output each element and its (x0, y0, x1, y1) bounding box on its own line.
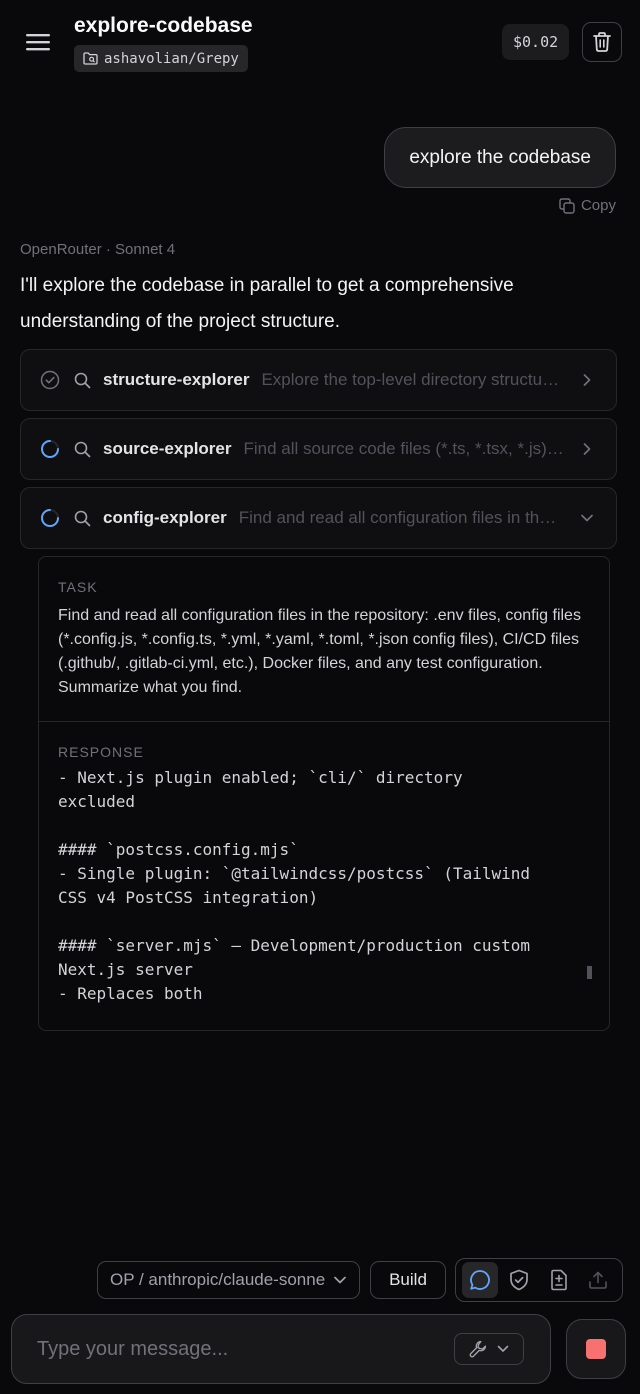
tools-menu-button[interactable] (454, 1333, 524, 1365)
app-root: explore-codebase ashavolian/Grepy $0.02 … (0, 0, 640, 1394)
response-section[interactable]: RESPONSE - Next.js plugin enabled; `cli/… (39, 722, 609, 1030)
tool-name: structure-explorer (103, 370, 250, 389)
diff-mode-button[interactable] (541, 1262, 577, 1298)
tool-description: Find and read all configuration files in… (238, 508, 564, 527)
wrench-icon (469, 1340, 487, 1358)
tool-card-config-explorer[interactable]: config-explorer Find and read all config… (20, 487, 617, 549)
tool-name: config-explorer (103, 508, 227, 527)
streaming-cursor (587, 966, 592, 979)
model-label: OpenRouter · Sonnet 4 (20, 241, 176, 258)
task-text: Find and read all configuration files in… (58, 607, 581, 696)
mode-toggle-group (455, 1258, 623, 1302)
chevron-down-icon (497, 1345, 509, 1352)
menu-button[interactable] (20, 24, 56, 60)
search-icon (73, 371, 91, 389)
delete-session-button[interactable] (582, 22, 622, 62)
cost-badge: $0.02 (502, 24, 570, 60)
message-input[interactable] (12, 1315, 454, 1383)
hamburger-icon (26, 34, 50, 51)
user-message-bubble: explore the codebase (384, 127, 616, 188)
repo-chip[interactable]: ashavolian/Grepy (74, 45, 248, 72)
assistant-message: I'll explore the codebase in parallel to… (20, 275, 514, 332)
chevron-down-icon (334, 1276, 346, 1284)
stop-icon (586, 1339, 606, 1359)
message-composer (11, 1314, 551, 1384)
chevron-down-icon (578, 509, 596, 527)
repo-name: ashavolian/Grepy (104, 50, 239, 67)
tool-detail-panel: TASK Find and read all configuration fil… (38, 556, 610, 1031)
search-icon (73, 440, 91, 458)
spinner-icon (39, 438, 61, 460)
chat-mode-button[interactable] (462, 1262, 498, 1298)
task-label: TASK (58, 579, 98, 595)
tool-description: Explore the top-level directory structur… (261, 370, 564, 389)
upload-icon (589, 1271, 608, 1289)
copy-button[interactable]: Copy (559, 197, 616, 214)
response-text: - Next.js plugin enabled; `cli/` directo… (58, 768, 531, 1003)
trash-icon (593, 32, 611, 52)
tool-description: Find all source code files (*.ts, *.tsx,… (243, 439, 565, 458)
folder-search-icon (83, 52, 98, 65)
chat-bubble-icon (469, 1270, 490, 1290)
safe-mode-button[interactable] (502, 1262, 538, 1298)
share-button[interactable] (581, 1262, 617, 1298)
tool-card-structure-explorer[interactable]: structure-explorer Explore the top-level… (20, 349, 617, 411)
copy-icon (559, 197, 575, 214)
build-button[interactable]: Build (370, 1261, 446, 1299)
chevron-right-icon (578, 440, 596, 458)
copy-label: Copy (580, 197, 616, 214)
session-title: explore-codebase (74, 14, 253, 37)
chevron-right-icon (578, 371, 596, 389)
model-selector[interactable]: OP / anthropic/claude-sonnet-4 (97, 1261, 360, 1299)
model-selector-value: OP / anthropic/claude-sonnet-4 (110, 1270, 325, 1289)
tool-name: source-explorer (103, 439, 232, 458)
file-diff-icon (550, 1269, 567, 1291)
shield-check-icon (510, 1269, 529, 1291)
task-section: TASK Find and read all configuration fil… (39, 557, 609, 722)
spinner-icon (39, 507, 61, 529)
tool-card-source-explorer[interactable]: source-explorer Find all source code fil… (20, 418, 617, 480)
check-circle-icon (39, 369, 61, 391)
response-label: RESPONSE (58, 744, 144, 760)
header: explore-codebase ashavolian/Grepy $0.02 (0, 0, 640, 84)
search-icon (73, 509, 91, 527)
stop-button[interactable] (566, 1319, 626, 1379)
